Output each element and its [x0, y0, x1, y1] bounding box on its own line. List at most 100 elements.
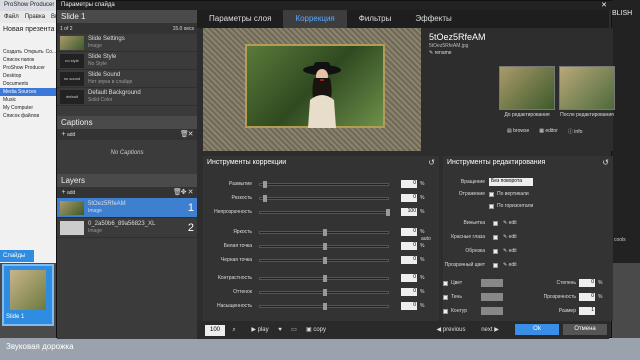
reset-icon[interactable]: ↺	[428, 158, 435, 167]
editor-button[interactable]: editor	[545, 128, 558, 134]
tab-correction[interactable]: Коррекция	[283, 10, 347, 28]
previous-button[interactable]: ◀ previous	[431, 325, 471, 336]
layer-row[interactable]: 0_2a50b6_89a56823_XL Image 2	[57, 218, 197, 238]
browse-button[interactable]: browse	[513, 128, 529, 134]
slider-knob[interactable]	[262, 194, 267, 202]
ok-button[interactable]: Ok	[515, 324, 559, 335]
slide-settings-item[interactable]: Slide Settings Image	[57, 34, 197, 52]
transparency-input[interactable]: 0	[579, 293, 595, 301]
slider-knob[interactable]	[262, 180, 267, 188]
zoom-icon[interactable]: ⌕	[229, 325, 239, 336]
redeye-edit-button[interactable]: ✎ edit	[503, 234, 517, 240]
slider-value[interactable]: 0	[401, 256, 417, 264]
browse-icon[interactable]: ▤	[507, 128, 512, 134]
soundtrack-bar[interactable]: Звуковая дорожка	[0, 338, 640, 360]
shadow-swatch[interactable]	[481, 293, 503, 301]
tree-item[interactable]: My Computer	[0, 104, 56, 112]
slider-value[interactable]: 0	[401, 242, 417, 250]
rename-button[interactable]: rename	[435, 50, 452, 56]
cancel-button[interactable]: Отмена	[563, 324, 607, 335]
menu-file[interactable]: Файл	[4, 14, 19, 20]
slide-thumbnail[interactable]: Slide 1	[2, 264, 54, 326]
strength-input[interactable]: 0	[579, 279, 595, 287]
add-caption-icon[interactable]: +	[60, 131, 67, 138]
tree-item[interactable]: ProShow Producer	[0, 64, 56, 72]
chroma-edit-button[interactable]: ✎ edit	[503, 262, 517, 268]
slide-style-item[interactable]: no style Slide Style No Style	[57, 52, 197, 70]
chroma-checkbox[interactable]	[493, 262, 498, 268]
slider-knob[interactable]	[323, 228, 327, 236]
color-swatch[interactable]	[481, 279, 503, 287]
outline-swatch[interactable]	[481, 307, 503, 315]
slides-tab[interactable]: Слайды	[0, 250, 34, 262]
slide-sound-item[interactable]: no sound Slide Sound Нет звука в слайде	[57, 70, 197, 88]
tree-item[interactable]: Desktop	[0, 72, 56, 80]
slider-track[interactable]	[259, 228, 389, 236]
redeye-checkbox[interactable]	[493, 234, 498, 240]
add-caption-button[interactable]: add	[67, 132, 75, 138]
create-button[interactable]: Создать	[3, 49, 22, 55]
tab-effects[interactable]: Эффекты	[403, 10, 463, 28]
slider-knob[interactable]	[323, 256, 327, 264]
flip-horizontal-checkbox[interactable]	[489, 203, 494, 209]
tree-item-selected[interactable]: Media Sources	[0, 88, 56, 96]
slide-icon[interactable]: ▭	[289, 325, 299, 336]
close-icon[interactable]: ✕	[600, 1, 608, 9]
slider-track[interactable]	[259, 194, 389, 202]
save-button[interactable]: Со...	[46, 49, 57, 55]
vignette-edit-button[interactable]: ✎ edit	[503, 220, 517, 226]
zoom-input[interactable]: 100	[205, 325, 225, 336]
slide-preview[interactable]	[203, 28, 421, 151]
slider-value[interactable]: 0	[401, 180, 417, 188]
slider-knob[interactable]	[323, 288, 327, 296]
default-background-item[interactable]: default Default Background Solid Color	[57, 88, 197, 106]
slider-track[interactable]	[259, 180, 389, 188]
next-button[interactable]: next ▶	[475, 325, 505, 336]
slider-knob[interactable]	[323, 274, 327, 282]
crop-edit-button[interactable]: ✎ edit	[503, 248, 517, 254]
slider-knob[interactable]	[323, 302, 327, 310]
copy-button[interactable]: ▣ copy	[303, 325, 329, 336]
info-button[interactable]: info	[574, 129, 582, 135]
shadow-checkbox[interactable]	[443, 294, 448, 300]
tab-layer-settings[interactable]: Параметры слоя	[197, 10, 283, 28]
editor-icon[interactable]: ▦	[539, 128, 544, 134]
reset-edit-icon[interactable]: ↺	[602, 158, 609, 167]
tree-item[interactable]: Documents	[0, 80, 56, 88]
tab-filters[interactable]: Фильтры	[347, 10, 404, 28]
crop-checkbox[interactable]	[493, 248, 498, 254]
move-layer-icon[interactable]: ✥	[180, 189, 187, 196]
slider-knob[interactable]	[386, 208, 390, 216]
layer-tools-icon[interactable]: ✕	[187, 189, 194, 196]
layer-row-selected[interactable]: 5tOez5RfeAM Image 1	[57, 198, 197, 218]
slider-value[interactable]: 0	[401, 274, 417, 282]
add-layer-button[interactable]: add	[67, 190, 75, 196]
slider-track[interactable]	[259, 242, 389, 250]
slider-value[interactable]: 0	[401, 194, 417, 202]
pencil-icon[interactable]: ✎	[429, 50, 433, 56]
slider-track[interactable]	[259, 302, 389, 310]
outline-checkbox[interactable]	[443, 308, 448, 314]
play-button[interactable]: ▶ play	[247, 325, 273, 336]
favorite-icon[interactable]: ♥	[275, 325, 285, 336]
slider-value[interactable]: 0	[401, 228, 417, 236]
tools-icon[interactable]: ✕	[187, 131, 194, 138]
publish-label[interactable]: BLISH	[612, 10, 632, 17]
color-checkbox[interactable]	[443, 280, 448, 286]
vignette-checkbox[interactable]	[493, 220, 498, 226]
add-layer-icon[interactable]: +	[60, 189, 67, 196]
slider-track[interactable]	[259, 274, 389, 282]
delete-layer-icon[interactable]: 🗑	[173, 189, 182, 196]
info-icon[interactable]: ⓘ	[568, 129, 573, 135]
size-input[interactable]: 1	[579, 307, 595, 315]
slider-track[interactable]	[259, 288, 389, 296]
tree-item[interactable]: Music	[0, 96, 56, 104]
flip-vertical-checkbox[interactable]	[489, 191, 494, 197]
slider-value[interactable]: 0	[401, 288, 417, 296]
slider-value[interactable]: 0	[401, 302, 417, 310]
rotate-select[interactable]: Без поворота	[489, 178, 533, 186]
slider-track[interactable]	[259, 208, 390, 216]
slider-value[interactable]: 100	[401, 208, 417, 216]
slide-duration[interactable]: 15.0 secs	[173, 26, 194, 32]
slider-knob[interactable]	[323, 242, 327, 250]
